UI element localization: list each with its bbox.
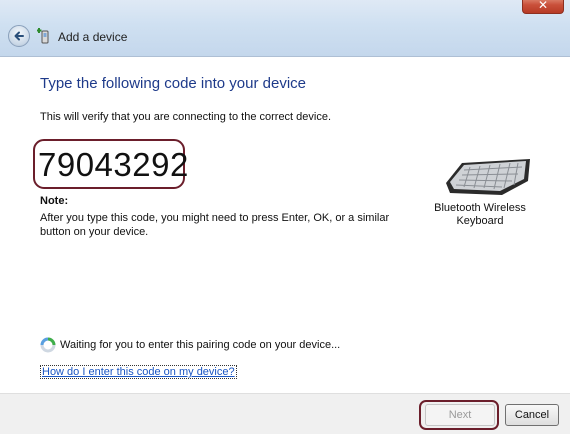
back-arrow-icon <box>14 31 24 41</box>
cancel-button[interactable]: Cancel <box>505 404 559 426</box>
next-button[interactable]: Next <box>425 404 495 426</box>
keyboard-icon <box>446 159 530 195</box>
note-label: Note: <box>40 195 69 207</box>
add-device-icon <box>37 28 49 44</box>
back-button[interactable] <box>8 25 30 47</box>
window-title-bar <box>0 0 570 57</box>
page-heading: Type the following code into your device <box>40 75 306 92</box>
pairing-code: 79043292 <box>38 146 189 183</box>
instruction-text: This will verify that you are connecting… <box>40 111 332 123</box>
waiting-spinner-icon <box>40 337 56 353</box>
help-link[interactable]: How do I enter this code on my device? <box>40 365 237 379</box>
window-title: Add a device <box>58 30 128 44</box>
close-button[interactable]: ✕ <box>522 0 564 14</box>
device-name: Bluetooth Wireless Keyboard <box>434 202 526 227</box>
status-text: Waiting for you to enter this pairing co… <box>60 339 341 351</box>
note-text: After you type this code, you might need… <box>40 212 390 238</box>
